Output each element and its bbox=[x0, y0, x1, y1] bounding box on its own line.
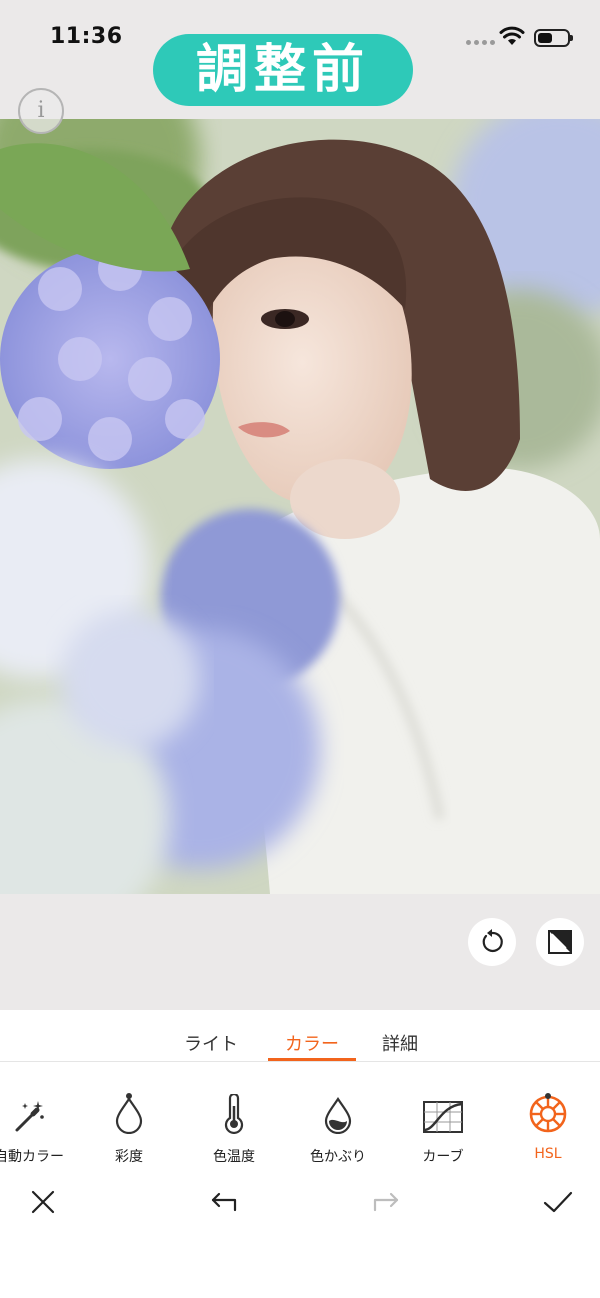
rotate-reset-icon bbox=[482, 929, 503, 953]
tool-auto-color[interactable]: 自動カラー bbox=[0, 1094, 79, 1166]
undo-icon bbox=[211, 1192, 237, 1212]
tool-label: 自動カラー bbox=[0, 1149, 64, 1165]
apply-button[interactable] bbox=[538, 1186, 578, 1218]
photo-preview bbox=[0, 119, 600, 894]
tab-detail[interactable]: 詳細 bbox=[372, 1030, 428, 1062]
magic-wand-icon bbox=[15, 1101, 44, 1132]
droplet-icon bbox=[115, 1097, 143, 1134]
color-wheel-icon bbox=[529, 1095, 567, 1133]
redo-button[interactable] bbox=[365, 1186, 405, 1218]
tint-drop-icon bbox=[324, 1097, 352, 1134]
curve-icon bbox=[423, 1101, 463, 1133]
wifi-icon bbox=[499, 26, 525, 45]
modified-dot bbox=[545, 1093, 551, 1099]
tool-curves[interactable]: カーブ bbox=[393, 1094, 493, 1166]
checkmark-icon bbox=[543, 1191, 573, 1213]
info-icon[interactable]: i bbox=[18, 88, 64, 134]
photo-editor-screen: 11:36 調整前 i ライト カラー 詳細 自動カラー 彩度 色温度 色かぶり… bbox=[0, 0, 600, 1298]
close-icon bbox=[31, 1190, 55, 1214]
category-tabs: ライト カラー 詳細 bbox=[0, 1010, 600, 1062]
tab-light[interactable]: ライト bbox=[176, 1030, 246, 1062]
reset-button[interactable] bbox=[468, 918, 516, 966]
status-time: 11:36 bbox=[50, 24, 123, 49]
compare-button[interactable] bbox=[536, 918, 584, 966]
compare-icon bbox=[548, 930, 572, 954]
cancel-button[interactable] bbox=[23, 1186, 63, 1218]
tool-label: 彩度 bbox=[115, 1149, 143, 1165]
tool-label: 色かぶり bbox=[310, 1149, 366, 1165]
cellular-signal-icon bbox=[466, 40, 495, 45]
tool-tint[interactable]: 色かぶり bbox=[288, 1094, 388, 1166]
redo-icon bbox=[373, 1192, 399, 1212]
thermometer-icon bbox=[224, 1094, 244, 1134]
tool-color-temperature[interactable]: 色温度 bbox=[184, 1094, 284, 1166]
tool-label: カーブ bbox=[422, 1149, 464, 1165]
tab-divider bbox=[0, 1061, 600, 1062]
tool-label: 色温度 bbox=[213, 1149, 255, 1165]
portrait-photo bbox=[0, 119, 600, 894]
before-badge: 調整前 bbox=[153, 34, 413, 106]
battery-icon bbox=[534, 29, 573, 47]
tool-saturation[interactable]: 彩度 bbox=[79, 1093, 179, 1166]
undo-button[interactable] bbox=[205, 1186, 245, 1218]
tool-hsl[interactable]: HSL bbox=[498, 1093, 598, 1162]
tool-label: HSL bbox=[534, 1146, 562, 1162]
modified-dot bbox=[126, 1093, 132, 1099]
